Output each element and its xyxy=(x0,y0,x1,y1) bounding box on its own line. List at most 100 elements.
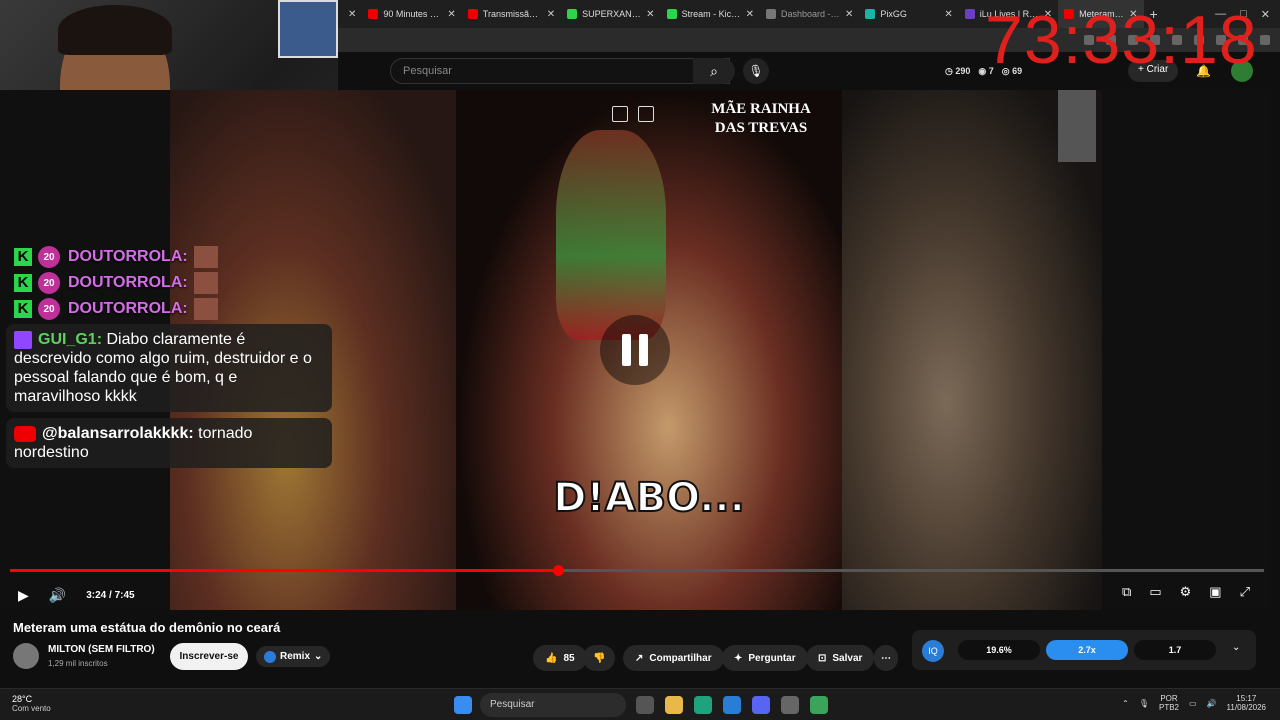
taskbar-icons xyxy=(454,696,472,714)
chat-username: DOUTORROLA: xyxy=(68,248,188,265)
chat-username: GUI_G1: xyxy=(38,331,103,348)
kick-icon: K xyxy=(14,300,32,318)
close-icon[interactable]: ✕ xyxy=(944,9,952,20)
youtube-icon xyxy=(368,9,379,19)
chat-message: @balansarrolakkkk: tornado nordestino xyxy=(6,418,332,468)
chat-username: DOUTORROLA: xyxy=(68,274,188,291)
browser-tab[interactable]: Stream - Kick Da✕ xyxy=(661,0,760,28)
gear-icon[interactable]: ⚙ xyxy=(1180,584,1192,600)
windows-icon[interactable] xyxy=(454,696,472,714)
dislike-button[interactable]: 👎 xyxy=(583,645,616,671)
task-view-icon[interactable] xyxy=(636,696,654,714)
chat-username: DOUTORROLA: xyxy=(68,300,188,317)
taskbar-search[interactable]: Pesquisar xyxy=(480,693,626,717)
iq-icon[interactable]: IQ xyxy=(922,640,944,662)
profile-icon[interactable] xyxy=(1260,35,1270,45)
speed-panel: IQ 19.6% 2.7x 1.7 ⌄ xyxy=(912,630,1256,670)
store-icon[interactable] xyxy=(723,696,741,714)
close-icon[interactable]: ✕ xyxy=(547,9,555,20)
chat-username: @balansarrolakkkk: xyxy=(42,425,194,442)
thumbs-down-icon: 👎 xyxy=(593,652,606,664)
share-button[interactable]: ↗ Compartilhar xyxy=(623,645,724,671)
browser-tab[interactable]: Transmissão ao ✕ xyxy=(462,0,561,28)
globe-icon xyxy=(765,9,776,19)
twitch-icon xyxy=(964,9,975,19)
remix-button[interactable]: Remix ⌄ xyxy=(256,646,331,667)
weather-widget[interactable]: 28°C Com vento xyxy=(12,694,51,713)
miniplayer-icon[interactable] xyxy=(612,106,628,122)
close-icon[interactable]: ✕ xyxy=(845,9,853,20)
close-icon[interactable]: ✕ xyxy=(646,9,654,20)
browser-tab[interactable]: PixGG ✕ xyxy=(859,0,958,28)
statue-figure xyxy=(556,130,666,340)
mic-icon[interactable]: 🎙 xyxy=(743,58,769,84)
progress-bar[interactable] xyxy=(10,565,1264,576)
obs-icon[interactable] xyxy=(781,696,799,714)
chevron-down-icon[interactable]: ⌄ xyxy=(1232,642,1240,653)
share-icon: ↗ xyxy=(635,652,644,664)
theater-icon[interactable]: ▣ xyxy=(1209,584,1221,600)
window-close-icon[interactable]: ✕ xyxy=(1261,8,1270,21)
close-icon[interactable]: ✕ xyxy=(447,9,455,20)
clock[interactable]: 15:17 11/08/2026 xyxy=(1227,694,1266,712)
browser-tab[interactable]: SUPERXANDAO✕ xyxy=(561,0,660,28)
kick-icon xyxy=(666,9,677,19)
volume-icon[interactable]: 🔊 xyxy=(49,587,66,604)
language-indicator[interactable]: POR PTB2 xyxy=(1159,694,1179,712)
video-mini-controls xyxy=(612,106,654,122)
speed-option-active[interactable]: 2.7x xyxy=(1046,640,1128,660)
emote-icon xyxy=(193,246,218,268)
browser-tab[interactable]: ✕ xyxy=(338,0,362,28)
chevron-down-icon: ⌄ xyxy=(314,651,323,662)
kick-icon xyxy=(567,9,578,19)
subscribe-button[interactable]: Inscrever-se xyxy=(170,643,248,670)
emote-icon xyxy=(193,272,218,294)
more-options-button[interactable]: ⋯ xyxy=(874,645,898,671)
folder-icon[interactable] xyxy=(665,696,683,714)
like-button[interactable]: 👍 85 xyxy=(533,645,587,671)
iq-icon xyxy=(264,650,276,663)
search-icon[interactable]: ⌕ xyxy=(693,58,735,84)
progress-scrubber[interactable] xyxy=(552,565,564,576)
browser-tab[interactable]: 90 Minutes Of M ✕ xyxy=(362,0,461,28)
taskbar: 28°C Com vento Pesquisar ⌃ 🎙 POR PTB2 ▭ 🔊… xyxy=(0,688,1280,720)
blurred-background-right xyxy=(842,90,1102,610)
discord-icon[interactable] xyxy=(752,696,770,714)
close-icon[interactable]: ✕ xyxy=(348,9,356,20)
volume-icon[interactable]: 🔊 xyxy=(1207,699,1217,708)
display-icon[interactable]: ▭ xyxy=(1189,699,1197,708)
edge-icon[interactable] xyxy=(694,696,712,714)
chevron-up-icon[interactable]: ⌃ xyxy=(1122,699,1129,708)
pixgg-icon xyxy=(865,9,876,19)
subscriber-count: 1,29 mil inscritos xyxy=(48,659,108,668)
more-icon: ⋯ xyxy=(881,652,891,664)
video-title: Meteram uma estátua do demônio no ceará xyxy=(13,620,281,635)
subtitles-icon[interactable]: ▭ xyxy=(1149,584,1161,600)
save-button[interactable]: ⊡ Salvar xyxy=(806,645,875,671)
ask-button[interactable]: ✦ Perguntar xyxy=(722,645,808,671)
iq-icon[interactable]: ⧉ xyxy=(1122,584,1131,600)
channel-name[interactable]: MILTON (SEM FILTRO) xyxy=(48,644,155,655)
speed-option[interactable]: 19.6% xyxy=(958,640,1040,660)
fullscreen-icon[interactable]: ⤢ xyxy=(1240,584,1250,600)
speed-option[interactable]: 1.7 xyxy=(1134,640,1216,660)
app-icon[interactable] xyxy=(810,696,828,714)
kick-icon: K xyxy=(14,274,32,292)
pause-icon[interactable] xyxy=(600,315,670,385)
end-card[interactable] xyxy=(1058,90,1096,162)
sparkle-icon: ✦ xyxy=(734,652,743,664)
browser-tab[interactable]: Dashboard - Un ✕ xyxy=(760,0,859,28)
system-tray: ⌃ 🎙 POR PTB2 ▭ 🔊 15:17 11/08/2026 xyxy=(1122,694,1266,712)
stream-timer: 73:33:18 xyxy=(985,2,1258,78)
search-input[interactable]: Pesquisar xyxy=(390,58,730,84)
play-icon[interactable]: ▶ xyxy=(18,587,29,604)
channel-avatar[interactable] xyxy=(13,643,39,669)
mic-icon[interactable]: 🎙 xyxy=(1139,699,1149,708)
progress-fill xyxy=(10,569,558,572)
clip-icon[interactable] xyxy=(638,106,654,122)
player-controls: ▶ 🔊 3:24 / 7:45 ⧉ ▭ ⚙ ▣ ⤢ xyxy=(0,580,1270,610)
close-icon[interactable]: ✕ xyxy=(746,9,754,20)
sub-badge: 20 xyxy=(38,272,60,294)
kick-icon: K xyxy=(14,248,32,266)
youtube-icon xyxy=(467,9,478,19)
